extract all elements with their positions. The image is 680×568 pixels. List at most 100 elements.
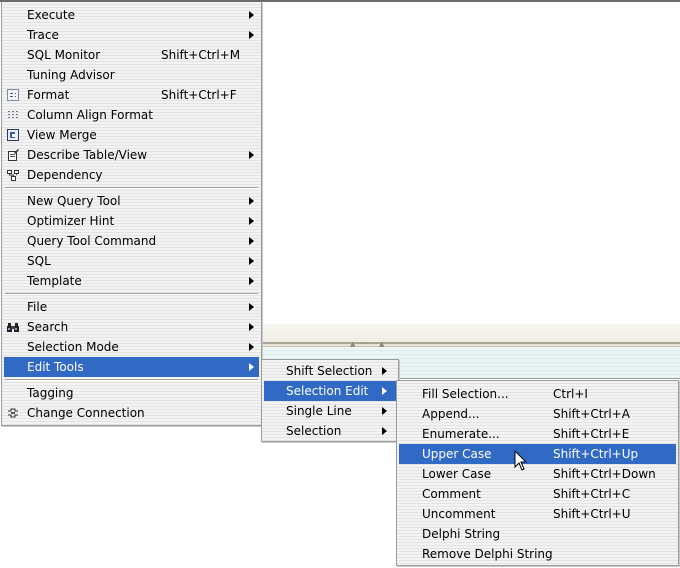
menu-item-label: Enumerate... — [422, 427, 500, 441]
menu-item-label: Shift Selection — [286, 364, 373, 378]
menu-item-shortcut: Shift+Ctrl+F — [161, 88, 237, 102]
menu-item-sql[interactable]: SQL — [4, 251, 259, 271]
menu-item-tagging[interactable]: Tagging — [4, 383, 259, 403]
submenu-arrow-icon — [249, 363, 254, 371]
menu-item-shift-selection[interactable]: Shift Selection — [264, 361, 396, 381]
menu-item-label: Selection — [286, 424, 342, 438]
submenu-arrow-icon — [249, 277, 254, 285]
menu-item-label: Describe Table/View — [27, 148, 148, 162]
menu-item-label: Fill Selection... — [422, 387, 509, 401]
menu-item-append[interactable]: Append... Shift+Ctrl+A — [399, 404, 676, 424]
menu-item-label: Dependency — [27, 168, 103, 182]
menu-item-optimizer-hint[interactable]: Optimizer Hint — [4, 211, 259, 231]
menu-item-sql-monitor[interactable]: SQL Monitor Shift+Ctrl+M — [4, 45, 259, 65]
menu-item-shortcut: Shift+Ctrl+M — [161, 48, 241, 62]
menu-item-label: View Merge — [27, 128, 97, 142]
menu-item-tuning-advisor[interactable]: Tuning Advisor — [4, 65, 259, 85]
menu-item-label: Uncomment — [422, 507, 496, 521]
menu-item-query-tool-command[interactable]: Query Tool Command — [4, 231, 259, 251]
menu-item-shortcut: Shift+Ctrl+A — [553, 407, 630, 421]
menu-item-describe-table-view[interactable]: Describe Table/View — [4, 145, 259, 165]
menu-item-selection-mode[interactable]: Selection Mode — [4, 337, 259, 357]
submenu-arrow-icon — [249, 303, 254, 311]
submenu-arrow-icon — [249, 217, 254, 225]
menu-item-template[interactable]: Template — [4, 271, 259, 291]
menu-item-search[interactable]: Search — [4, 317, 259, 337]
menu-item-label: Tagging — [27, 386, 74, 400]
menu-item-label: Edit Tools — [27, 360, 84, 374]
menu-item-view-merge[interactable]: View Merge — [4, 125, 259, 145]
menu-item-change-connection[interactable]: Change Connection — [4, 403, 259, 423]
menu-item-single-line[interactable]: Single Line — [264, 401, 396, 421]
menu-item-upper-case[interactable]: Upper Case Shift+Ctrl+Up — [399, 444, 676, 464]
submenu-arrow-icon — [382, 387, 387, 395]
menu-item-shortcut: Shift+Ctrl+E — [553, 427, 630, 441]
menu-item-new-query-tool[interactable]: New Query Tool — [4, 191, 259, 211]
menu-item-uncomment[interactable]: Uncomment Shift+Ctrl+U — [399, 504, 676, 524]
menu-item-label: Query Tool Command — [27, 234, 157, 248]
menu-item-format[interactable]: Format Shift+Ctrl+F — [4, 85, 259, 105]
menu-item-label: Optimizer Hint — [27, 214, 115, 228]
submenu-arrow-icon — [249, 197, 254, 205]
submenu-arrow-icon — [249, 323, 254, 331]
menu-item-label: Delphi String — [422, 527, 501, 541]
menu-separator — [5, 293, 258, 295]
menu-item-label: Template — [27, 274, 82, 288]
describe-table-icon — [8, 149, 19, 161]
menu-item-label: Single Line — [286, 404, 352, 418]
menu-item-shortcut: Shift+Ctrl+Down — [553, 467, 656, 481]
submenu-arrow-icon — [382, 367, 387, 375]
menu-item-label: Execute — [27, 8, 75, 22]
view-merge-icon — [7, 129, 19, 141]
menu-separator — [5, 379, 258, 381]
menu-item-file[interactable]: File — [4, 297, 259, 317]
menu-item-trace[interactable]: Trace — [4, 25, 259, 45]
menu-item-delphi-string[interactable]: Delphi String — [399, 524, 676, 544]
menu-item-label: SQL Monitor — [27, 48, 101, 62]
menu-item-label: New Query Tool — [27, 194, 121, 208]
mouse-pointer-icon — [514, 450, 528, 471]
submenu-arrow-icon — [249, 11, 254, 19]
menu-separator — [5, 187, 258, 189]
menu-item-execute[interactable]: Execute — [4, 5, 259, 25]
menu-item-column-align-format[interactable]: Column Align Format — [4, 105, 259, 125]
menu-item-label: Tuning Advisor — [27, 68, 115, 82]
submenu-arrow-icon — [382, 407, 387, 415]
menu-item-remove-delphi-string[interactable]: Remove Delphi String — [399, 544, 676, 564]
edit-tools-submenu: Shift Selection Selection Edit Single Li… — [261, 359, 399, 442]
menu-item-fill-selection[interactable]: Fill Selection... Ctrl+I — [399, 384, 676, 404]
menu-item-shortcut: Shift+Ctrl+U — [553, 507, 631, 521]
menu-item-label: SQL — [27, 254, 51, 268]
binoculars-icon — [7, 323, 19, 332]
submenu-arrow-icon — [249, 31, 254, 39]
menu-item-shortcut: Ctrl+I — [553, 387, 588, 401]
menu-item-selection-edit[interactable]: Selection Edit — [264, 381, 396, 401]
menu-item-label: Comment — [422, 487, 481, 501]
editor-context-menu: Execute Trace SQL Monitor Shift+Ctrl+M T… — [1, 2, 262, 426]
menu-item-label: Append... — [422, 407, 480, 421]
menu-item-label: Search — [27, 320, 69, 334]
menu-item-shortcut: Shift+Ctrl+Up — [553, 447, 639, 461]
menu-item-label: Lower Case — [422, 467, 492, 481]
menu-item-enumerate[interactable]: Enumerate... Shift+Ctrl+E — [399, 424, 676, 444]
sql-editor-area[interactable] — [262, 2, 680, 324]
menu-item-selection[interactable]: Selection — [264, 421, 396, 441]
column-align-icon — [8, 111, 18, 118]
menu-item-label: Upper Case — [422, 447, 492, 461]
menu-item-label: Trace — [27, 28, 59, 42]
change-connection-icon — [8, 408, 18, 418]
submenu-arrow-icon — [249, 151, 254, 159]
submenu-arrow-icon — [249, 343, 254, 351]
menu-item-label: Selection Mode — [27, 340, 119, 354]
submenu-arrow-icon — [382, 427, 387, 435]
menu-item-edit-tools[interactable]: Edit Tools — [4, 357, 259, 377]
menu-item-comment[interactable]: Comment Shift+Ctrl+C — [399, 484, 676, 504]
format-icon — [7, 89, 19, 101]
menu-item-lower-case[interactable]: Lower Case Shift+Ctrl+Down — [399, 464, 676, 484]
menu-item-label: Format — [27, 88, 70, 102]
menu-item-label: File — [27, 300, 48, 314]
menu-item-dependency[interactable]: Dependency — [4, 165, 259, 185]
dependency-icon — [7, 170, 19, 181]
editor-status-strip — [262, 324, 680, 342]
menu-item-label: Column Align Format — [27, 108, 153, 122]
